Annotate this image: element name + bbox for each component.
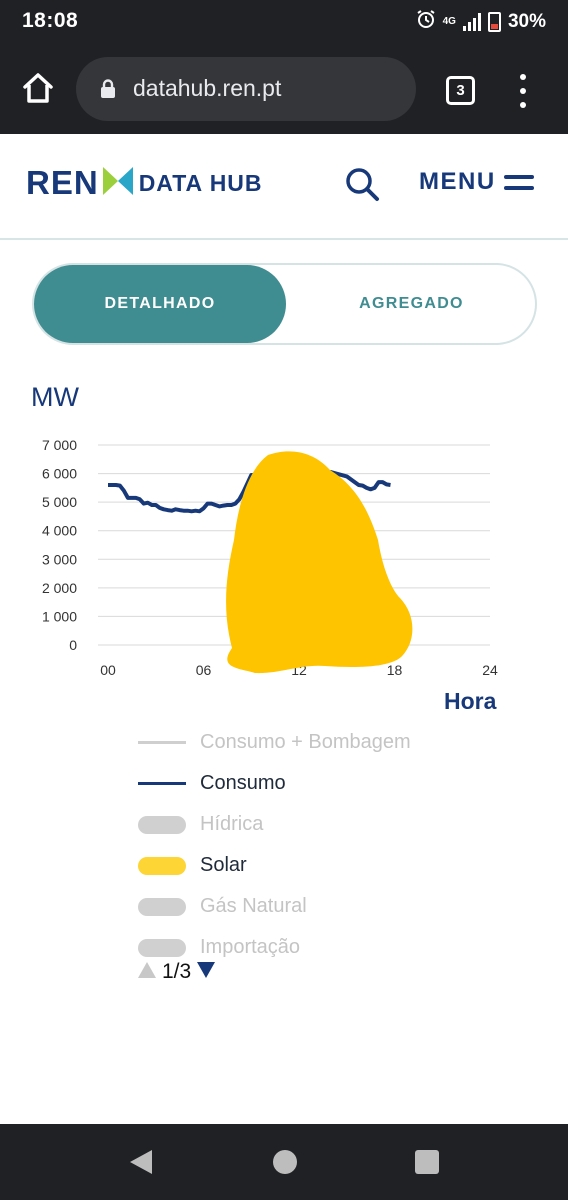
pager-down-icon[interactable] [197,960,216,984]
logo-product: DATA HUB [138,169,263,196]
home-nav-icon[interactable] [272,1148,298,1181]
y-tick-label: 2 000 [42,580,77,596]
x-axis-unit: Hora [444,688,497,714]
x-tick-label: 18 [387,662,403,678]
legend-label: Consumo [200,772,286,794]
y-tick-label: 4 000 [42,523,77,539]
logo-brand: REN [26,164,99,201]
system-nav-bar [0,1124,568,1200]
signal-strength-icon [462,13,481,31]
battery-percent: 30% [507,11,546,32]
address-bar[interactable]: datahub.ren.pt [76,57,416,121]
status-icons: 4G 30% [416,9,546,35]
legend-item[interactable]: Hídrica [138,804,468,845]
legend-swatch [138,856,186,875]
legend-label: Consumo + Bombagem [200,731,411,753]
x-tick-label: 24 [482,662,498,678]
legend-item[interactable]: Consumo [138,763,468,804]
browser-toolbar: datahub.ren.pt 3 [0,44,568,134]
recents-icon[interactable] [414,1148,440,1181]
search-icon[interactable] [344,166,380,207]
status-time: 18:08 [22,9,79,32]
status-bar: 18:08 4G 30% [0,0,568,44]
y-tick-label: 0 [69,637,77,653]
battery-icon [487,12,501,32]
legend-label: Hídrica [200,813,264,835]
logo-mark-icon [102,166,133,200]
legend-label: Solar [200,854,247,876]
back-icon[interactable] [128,1148,154,1181]
lock-icon [100,79,116,104]
legend-swatch [138,815,186,834]
network-type-icon: 4G [442,16,456,27]
x-tick-label: 06 [196,662,212,678]
alarm-icon [416,9,436,35]
site-header: REN DATA HUB MENU [0,134,568,240]
menu-label: MENU [419,168,496,195]
x-tick-label: 00 [100,662,116,678]
y-tick-label: 7 000 [42,437,77,453]
energy-chart: 7 000 6 000 5 000 4 000 3 000 2 000 1 000 0 00 0… [42,437,498,678]
legend-label: Importação [200,936,301,958]
menu-button[interactable]: MENU [419,168,534,196]
pager-up-icon[interactable] [138,960,156,984]
y-tick-label: 6 000 [42,466,77,482]
tab-switcher-button[interactable]: 3 [446,76,475,105]
overflow-menu-icon[interactable] [517,74,529,108]
url-text: datahub.ren.pt [133,75,282,101]
y-tick-label: 5 000 [42,494,77,510]
legend-label: Gás Natural [200,895,307,917]
legend-item[interactable]: Gás Natural [138,886,468,927]
toggle-agregado[interactable]: AGREGADO [286,265,537,343]
legend-swatch [138,897,186,916]
legend-item[interactable]: Solar [138,845,468,886]
legend-item[interactable]: Consumo + Bombagem [138,722,468,763]
home-icon[interactable] [20,70,56,106]
pager-text: 1/3 [162,960,192,983]
y-tick-label: 1 000 [42,608,77,624]
legend-pager: 1/3 [138,960,216,984]
legend-swatch [138,741,186,744]
chart-legend: Consumo + Bombagem Consumo Hídrica Solar Gás… [138,722,468,968]
legend-swatch [138,938,186,957]
hamburger-icon [503,174,534,190]
toggle-detalhado[interactable]: DETALHADO [34,265,286,343]
site-logo[interactable]: REN DATA HUB [26,164,263,202]
legend-swatch [138,782,186,785]
view-toggle: DETALHADO AGREGADO [32,263,537,345]
y-tick-label: 3 000 [42,551,77,567]
y-axis-unit: MW [31,382,79,412]
